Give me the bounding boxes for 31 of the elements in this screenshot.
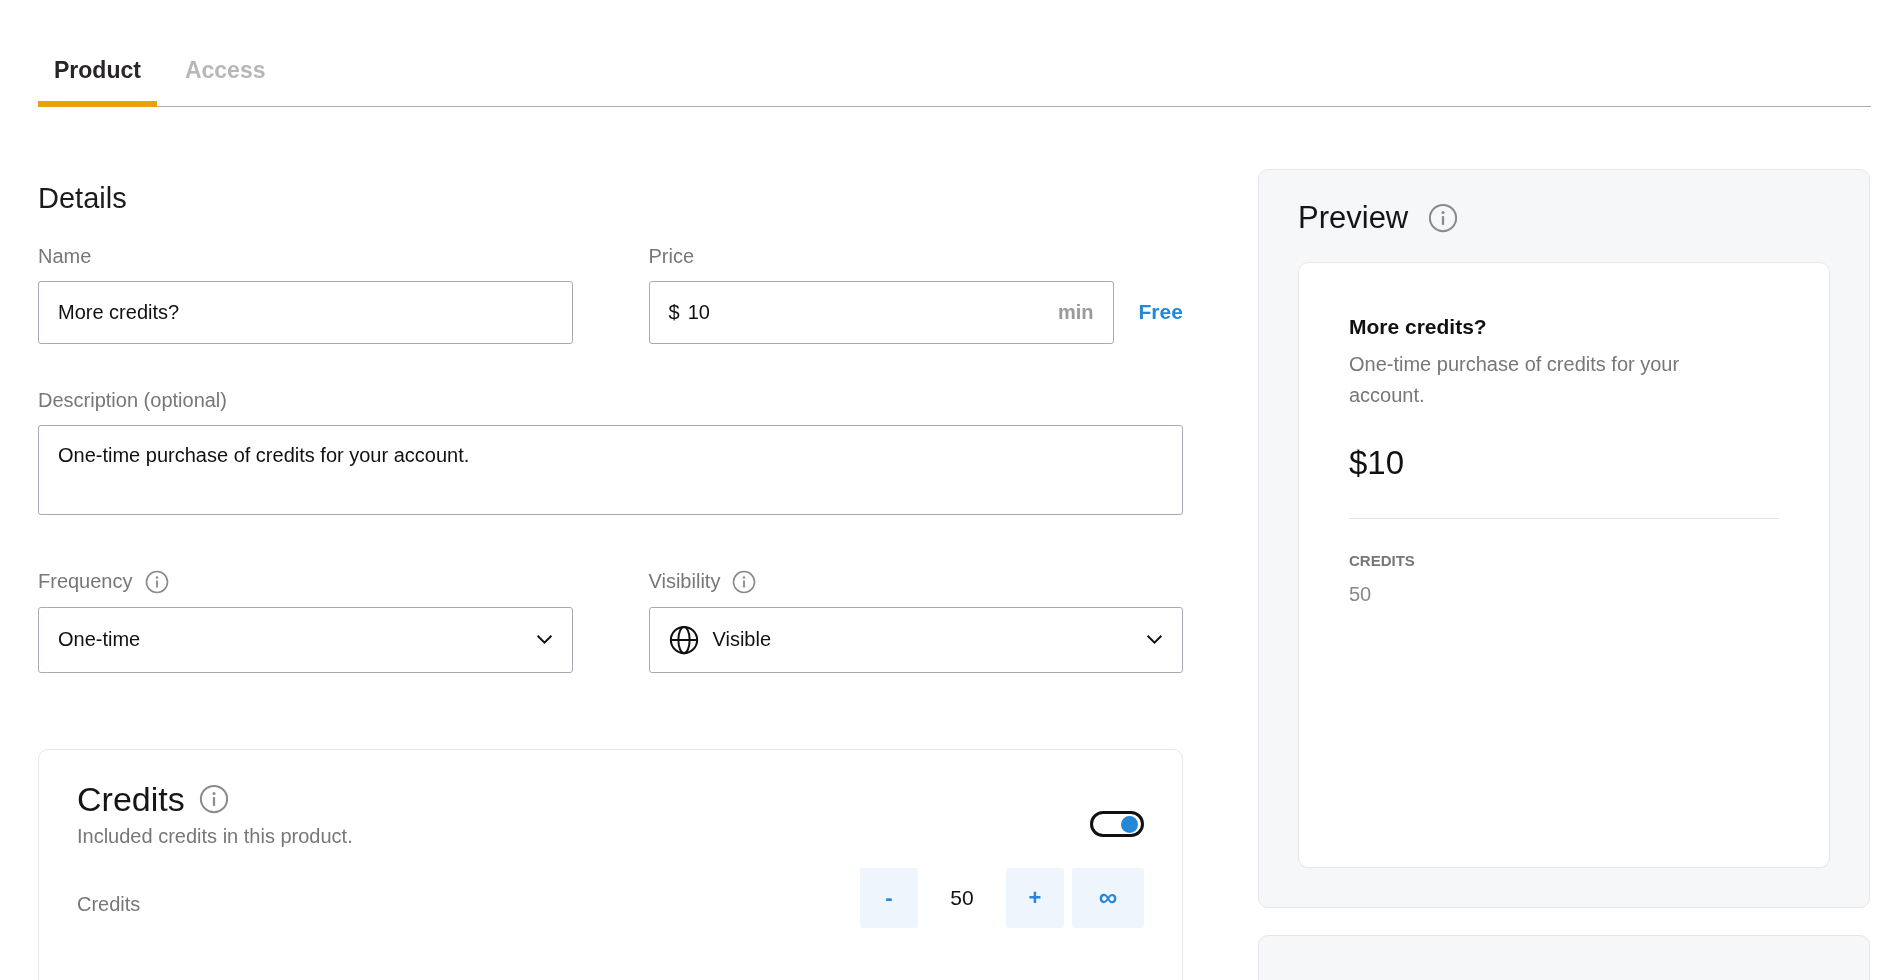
info-icon[interactable] [198,784,229,814]
section-heading: Details [38,181,127,215]
card-title: Credits [77,779,185,819]
info-icon[interactable] [144,569,169,594]
price-field[interactable]: $ 10 min [648,280,1114,344]
info-icon[interactable] [1428,202,1459,233]
toggle-switch[interactable] [1090,810,1144,837]
name-field[interactable]: More credits? [38,280,573,344]
product-price: $10 [1349,443,1405,482]
description-field[interactable]: One-time purchase of credits for your account. [38,424,1183,515]
credits-value: 50 [949,885,975,910]
globe-icon [668,624,699,655]
chevron-down-icon [535,634,553,645]
chevron-down-icon [1146,634,1163,645]
credits-label: CREDITS [1349,551,1415,569]
visibility-select[interactable]: Visible [648,606,1183,673]
field-label: Description (optional) [38,388,228,412]
card-subtitle: Included credits in this product. [77,824,353,848]
field-label: Credits [77,893,141,916]
product-description: One-time purchase of credits for your account. [1349,351,1681,408]
field-label: Price [648,244,696,268]
tab[interactable]: Product [38,37,157,107]
product-name: More credits? [1349,314,1487,339]
frequency-select[interactable]: One-time [38,606,573,673]
info-icon[interactable] [732,569,757,594]
field-label: Visibility [648,570,721,593]
field-label: Name [38,244,93,268]
free-link[interactable]: Free [1138,300,1183,324]
field-label: Frequency [38,570,133,593]
credits-value: 50 [1349,582,1372,606]
panel-title: Preview [1298,199,1409,236]
